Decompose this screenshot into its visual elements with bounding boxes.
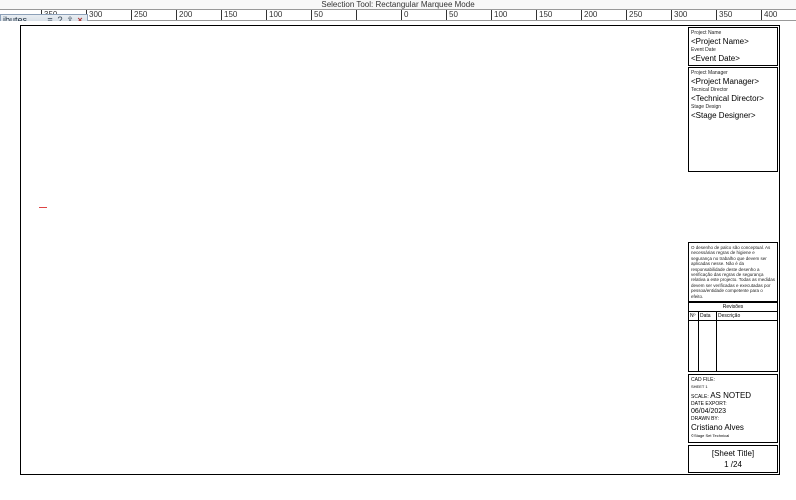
ruler-tick: 100 bbox=[491, 10, 507, 21]
event-date-label: Event Date bbox=[691, 47, 775, 53]
event-date-value: <Event Date> bbox=[691, 54, 775, 63]
ruler-tick: 300 bbox=[86, 10, 102, 21]
ruler-tick: 150 bbox=[221, 10, 237, 21]
ruler-tick: 350 bbox=[716, 10, 732, 21]
ruler-tick: 400 bbox=[761, 10, 777, 21]
status-bar: Selection Tool: Rectangular Marquee Mode bbox=[0, 0, 796, 9]
rev-h-desc: Descrição bbox=[717, 312, 777, 320]
project-name-value: <Project Name> bbox=[691, 37, 775, 46]
td-value: <Technical Director> bbox=[691, 94, 775, 103]
rev-h-date: Data bbox=[699, 312, 717, 320]
drawn-sub: ©Stage Set Technical bbox=[691, 433, 729, 438]
sheet-title: [Sheet Title] bbox=[691, 449, 775, 458]
pm-value: <Project Manager> bbox=[691, 77, 775, 86]
ruler-tick: 0 bbox=[401, 10, 408, 21]
td-label: Tecnical Director bbox=[691, 87, 775, 93]
title-block: Project Name <Project Name> Event Date <… bbox=[687, 26, 779, 474]
drawn-label: DRAWN BY: bbox=[691, 416, 719, 422]
ruler-tick: 150 bbox=[536, 10, 552, 21]
ruler-tick: 200 bbox=[581, 10, 597, 21]
sd-value: <Stage Designer> bbox=[691, 111, 775, 120]
status-tool-text: Selection Tool: Rectangular Marquee Mode bbox=[321, 0, 474, 9]
ruler-tick bbox=[356, 10, 359, 21]
pm-label: Project Manager bbox=[691, 70, 775, 76]
rev-title: Revisões bbox=[689, 303, 777, 312]
rev-h-num: Nº bbox=[689, 312, 699, 320]
tb-revisions: Revisões Nº Data Descrição bbox=[688, 302, 778, 372]
horizontal-ruler: 3503002502001501005005010015020025030035… bbox=[0, 9, 796, 21]
ruler-tick: 50 bbox=[311, 10, 323, 21]
export-label: DATE EXPORT: bbox=[691, 401, 727, 407]
rev-header: Nº Data Descrição bbox=[689, 312, 777, 321]
sheet-number: 1 /24 bbox=[691, 460, 775, 469]
cad-value: SHEET 1 bbox=[691, 384, 708, 389]
rev-body bbox=[689, 321, 777, 371]
scale-value: AS NOTED bbox=[710, 391, 751, 400]
cad-label: CAD FILE: bbox=[691, 377, 715, 383]
ruler-tick: 100 bbox=[266, 10, 282, 21]
ruler-tick: 50 bbox=[446, 10, 458, 21]
ruler-tick: 250 bbox=[626, 10, 642, 21]
tb-project-box: Project Name <Project Name> Event Date <… bbox=[688, 27, 778, 66]
export-value: 06/04/2023 bbox=[691, 408, 726, 415]
tb-notes: O desenho de palco são conceptual. As ne… bbox=[688, 242, 778, 302]
scale-label: SCALE: bbox=[691, 394, 709, 400]
drawn-value: Cristiano Alves bbox=[691, 423, 744, 432]
tb-sheet: [Sheet Title] 1 /24 bbox=[688, 445, 778, 473]
ruler-tick: 250 bbox=[131, 10, 147, 21]
sheet-border: Project Name <Project Name> Event Date <… bbox=[20, 25, 780, 475]
ruler-tick: 200 bbox=[176, 10, 192, 21]
project-name-label: Project Name bbox=[691, 30, 775, 36]
tb-info: CAD FILE: SHEET 1 SCALE: AS NOTED DATE E… bbox=[688, 374, 778, 443]
guide-mark bbox=[39, 207, 47, 208]
tb-people-box: Project Manager <Project Manager> Tecnic… bbox=[688, 67, 778, 172]
ruler-tick: 300 bbox=[671, 10, 687, 21]
drawing-canvas[interactable]: Project Name <Project Name> Event Date <… bbox=[0, 21, 796, 500]
sd-label: Stage Design bbox=[691, 104, 775, 110]
